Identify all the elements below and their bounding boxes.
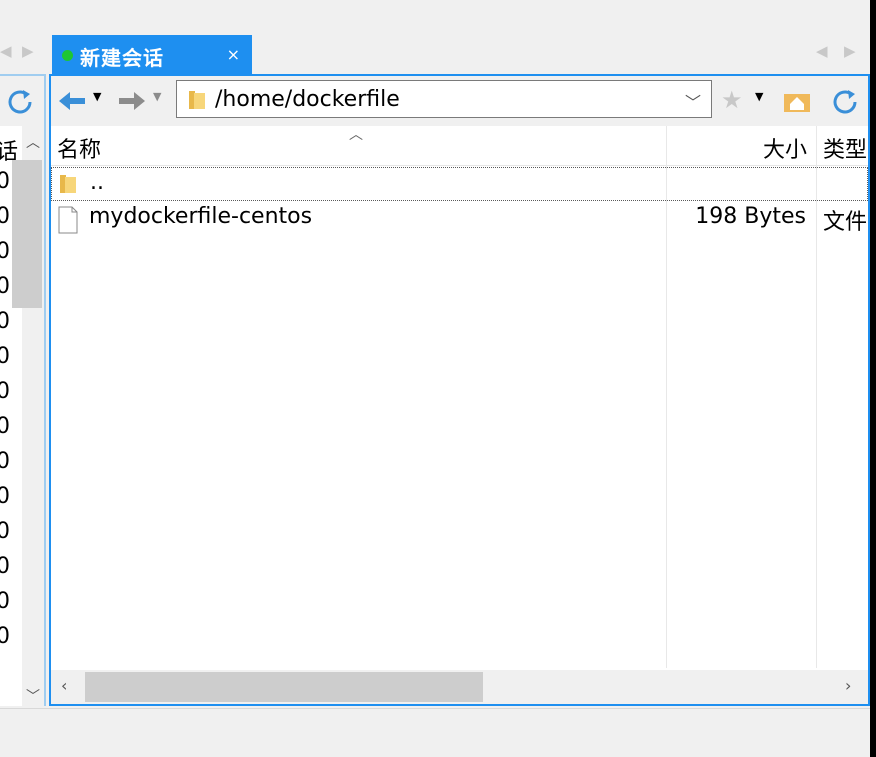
arrow-left-icon[interactable] [57,90,87,112]
list-item[interactable]: 0 [0,239,10,264]
list-item[interactable]: 0 [0,414,10,439]
connection-status-icon [62,50,73,61]
path-value: /home/dockerfile [215,87,400,112]
star-icon[interactable]: ★ [721,86,743,114]
home-folder-icon[interactable] [782,88,812,114]
scroll-right-icon[interactable]: › [845,676,851,695]
status-bar [0,708,870,757]
scrollbar-thumb[interactable] [85,672,483,702]
list-item[interactable]: 0 [0,169,10,194]
column-name-header[interactable]: 名称 [57,132,101,164]
table-row[interactable]: .. [51,167,868,201]
table-row[interactable]: mydockerfile-centos 198 Bytes 文件 [51,202,868,236]
tab-scroll-right-icon[interactable]: ▶ [22,42,34,60]
list-item[interactable]: 0 [0,344,10,369]
pane-tab-scroll-left-icon[interactable]: ◀ [816,42,828,60]
tab-new-session[interactable]: 新建会话 × [52,35,252,74]
file-size: 198 Bytes [695,204,806,229]
folder-icon [60,175,76,193]
pane-tab-scroll-right-icon[interactable]: ▶ [844,42,856,60]
scroll-down-icon[interactable]: ﹀ [26,686,40,706]
remote-toolbar: ▼ ▼ /home/dockerfile ﹀ ★ ▼ [51,76,868,126]
horizontal-scrollbar[interactable]: ‹ › [51,670,868,704]
column-size-header[interactable]: 大小 [763,132,807,164]
list-item[interactable]: 0 [0,204,10,229]
list-item[interactable]: 0 [0,554,10,579]
list-item[interactable]: 0 [0,309,10,334]
list-item[interactable]: 0 [0,484,10,509]
forward-dropdown-icon[interactable]: ▼ [153,90,161,103]
window-edge [870,0,876,757]
folder-icon [189,91,205,109]
list-item[interactable]: 0 [0,519,10,544]
list-item[interactable]: 0 [0,589,10,614]
file-name: mydockerfile-centos [89,204,313,229]
chevron-down-icon[interactable]: ﹀ [685,89,701,113]
list-item[interactable]: 0 [0,274,10,299]
path-input[interactable]: /home/dockerfile ﹀ [176,80,712,118]
scroll-up-icon[interactable]: ︿ [26,132,40,152]
tab-bar: ◀ ▶ 新建会话 × ◀ ▶ [0,0,870,74]
sort-ascending-icon: ︿ [349,127,363,143]
bookmark-dropdown-icon[interactable]: ▼ [755,90,763,103]
remote-file-pane: ▼ ▼ /home/dockerfile ﹀ ★ ▼ ︿ 名称 大小 类型 ..… [49,74,870,706]
column-header: ︿ 名称 大小 类型 [51,126,868,166]
file-icon [58,206,78,234]
tab-label: 新建会话 [80,46,164,70]
scroll-left-icon[interactable]: ‹ [61,676,67,695]
refresh-icon[interactable] [831,88,861,116]
tab-scroll-left-icon[interactable]: ◀ [0,42,12,60]
back-dropdown-icon[interactable]: ▼ [93,90,101,103]
column-type-header[interactable]: 类型 [823,132,867,164]
arrow-right-icon[interactable] [117,90,147,112]
list-item[interactable]: 0 [0,449,10,474]
local-file-pane: 话 0 0 0 0 0 0 0 0 0 0 0 0 0 0 ︿ ﹀ [0,74,46,706]
file-name: .. [90,170,104,195]
close-tab-icon[interactable]: × [227,45,240,64]
list-item[interactable]: 0 [0,624,10,649]
local-toolbar [0,76,44,126]
refresh-icon[interactable] [6,88,36,116]
scrollbar-thumb[interactable] [12,160,42,308]
file-type: 文件 [823,210,868,235]
list-item[interactable]: 0 [0,379,10,404]
